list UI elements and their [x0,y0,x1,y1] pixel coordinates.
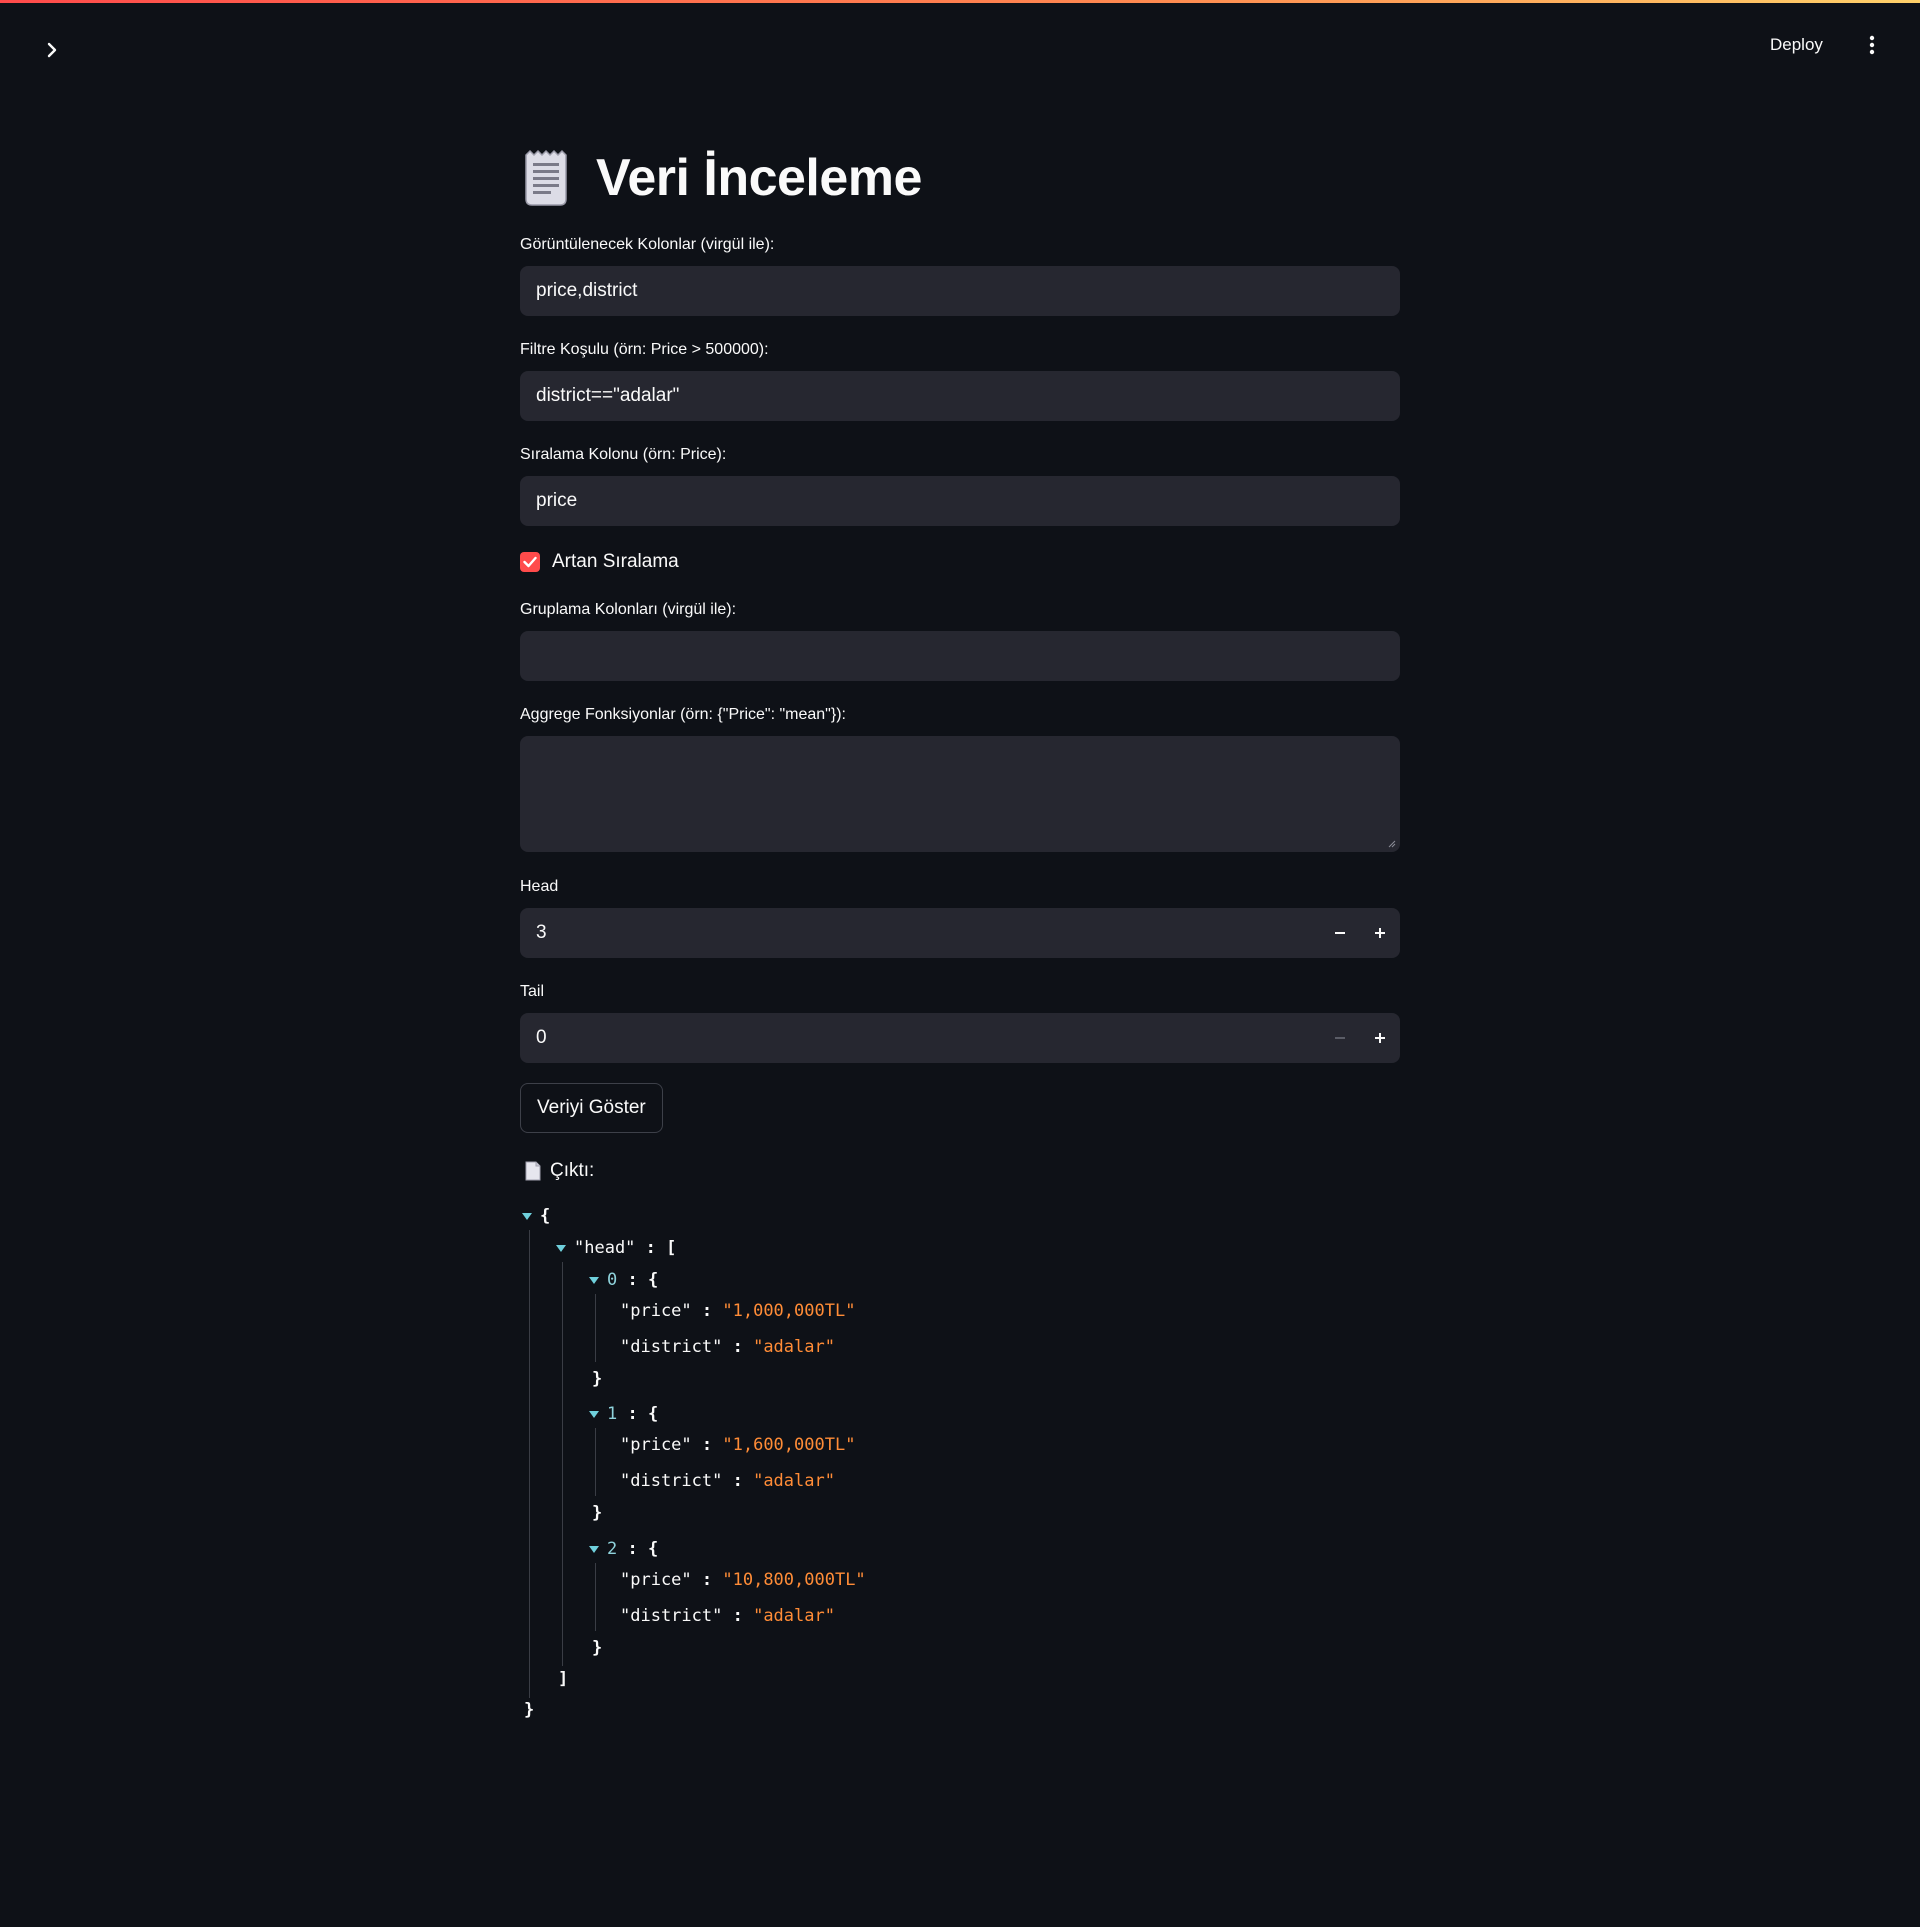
head-number-input[interactable]: 3 [520,908,1400,958]
json-row-2-line: 2 : { [589,1537,658,1561]
json-guide-line [595,1294,596,1362]
filter-label: Filtre Koşulu (örn: Price > 500000): [520,341,769,358]
json-guide-line [529,1230,530,1698]
json-root-close-line: } [524,1700,535,1720]
page-title-row: Veri İnceleme [520,146,922,210]
json-price-value: "1,600,000TL" [722,1435,856,1455]
json-district-value: "adalar" [753,1471,835,1491]
json-price-line: "price" : "10,800,000TL" [620,1570,866,1590]
head-increment-button[interactable] [1360,908,1400,958]
tail-value[interactable]: 0 [536,1027,547,1049]
check-icon [523,556,537,568]
tail-number-input[interactable]: 0 [520,1013,1400,1063]
document-icon [525,1161,541,1181]
json-guide-line [562,1262,563,1666]
minus-icon [1335,932,1345,934]
json-close-line: } [592,1369,603,1389]
sort-label: Sıralama Kolonu (örn: Price): [520,446,727,463]
json-district-line: "district" : "adalar" [620,1606,835,1626]
caret-down-icon[interactable] [556,1244,566,1252]
caret-down-icon[interactable] [589,1276,599,1284]
json-price-line: "price" : "1,000,000TL" [620,1301,856,1321]
head-label: Head [520,878,559,895]
sidebar-expand-button[interactable] [38,36,66,64]
json-price-line: "price" : "1,600,000TL" [620,1435,856,1455]
show-data-button[interactable]: Veriyi Göster [520,1083,663,1133]
sort-input[interactable]: price [520,476,1400,526]
tail-stepper [1320,1013,1400,1063]
minus-icon [1335,1037,1345,1039]
deploy-button[interactable]: Deploy [1770,28,1823,62]
json-district-value: "adalar" [753,1337,835,1357]
group-label: Gruplama Kolonları (virgül ile): [520,601,737,618]
json-root-line: { [522,1204,550,1228]
json-close-bracket-line: ] [558,1669,569,1689]
json-close-line: } [592,1503,603,1523]
ascending-checkbox[interactable] [520,552,540,572]
json-district-line: "district" : "adalar" [620,1471,835,1491]
json-district-line: "district" : "adalar" [620,1337,835,1357]
ascending-checkbox-row[interactable]: Artan Sıralama [520,550,679,574]
json-row-1-line: 1 : { [589,1402,658,1426]
json-guide-line [595,1563,596,1631]
caret-down-icon[interactable] [589,1545,599,1553]
group-input[interactable] [520,631,1400,681]
receipt-icon [525,149,567,206]
json-head-line: "head" : [ [556,1236,676,1260]
resize-grip-icon[interactable] [1388,840,1396,848]
tail-label: Tail [520,983,545,1000]
filter-input[interactable]: district=="adalar" [520,371,1400,421]
top-decoration-bar [0,0,1920,3]
head-stepper [1320,908,1400,958]
json-close-line: } [592,1638,603,1658]
json-row-0-line: 0 : { [589,1268,658,1292]
json-price-value: "1,000,000TL" [722,1301,856,1321]
output-label: Çıktı: [550,1160,595,1181]
agg-textarea[interactable] [520,736,1400,852]
plus-icon [1375,928,1385,938]
head-value[interactable]: 3 [536,922,547,944]
tail-decrement-button[interactable] [1320,1013,1360,1063]
ascending-label: Artan Sıralama [552,551,679,572]
main-menu-button[interactable] [1858,30,1886,60]
vertical-dots-icon [1869,35,1875,55]
json-guide-line [595,1428,596,1496]
caret-down-icon[interactable] [522,1212,532,1220]
json-district-value: "adalar" [753,1606,835,1626]
page-title: Veri İnceleme [596,149,922,207]
agg-label: Aggrege Fonksiyonlar (örn: {"Price": "me… [520,706,846,723]
head-decrement-button[interactable] [1320,908,1360,958]
caret-down-icon[interactable] [589,1410,599,1418]
output-heading: Çıktı: [524,1156,594,1186]
tail-increment-button[interactable] [1360,1013,1400,1063]
columns-label: Görüntülenecek Kolonlar (virgül ile): [520,236,775,253]
json-key: "head" [574,1238,636,1258]
chevron-right-icon [47,42,57,58]
columns-input[interactable]: price,district [520,266,1400,316]
json-price-value: "10,800,000TL" [722,1570,866,1590]
plus-icon [1375,1033,1385,1043]
